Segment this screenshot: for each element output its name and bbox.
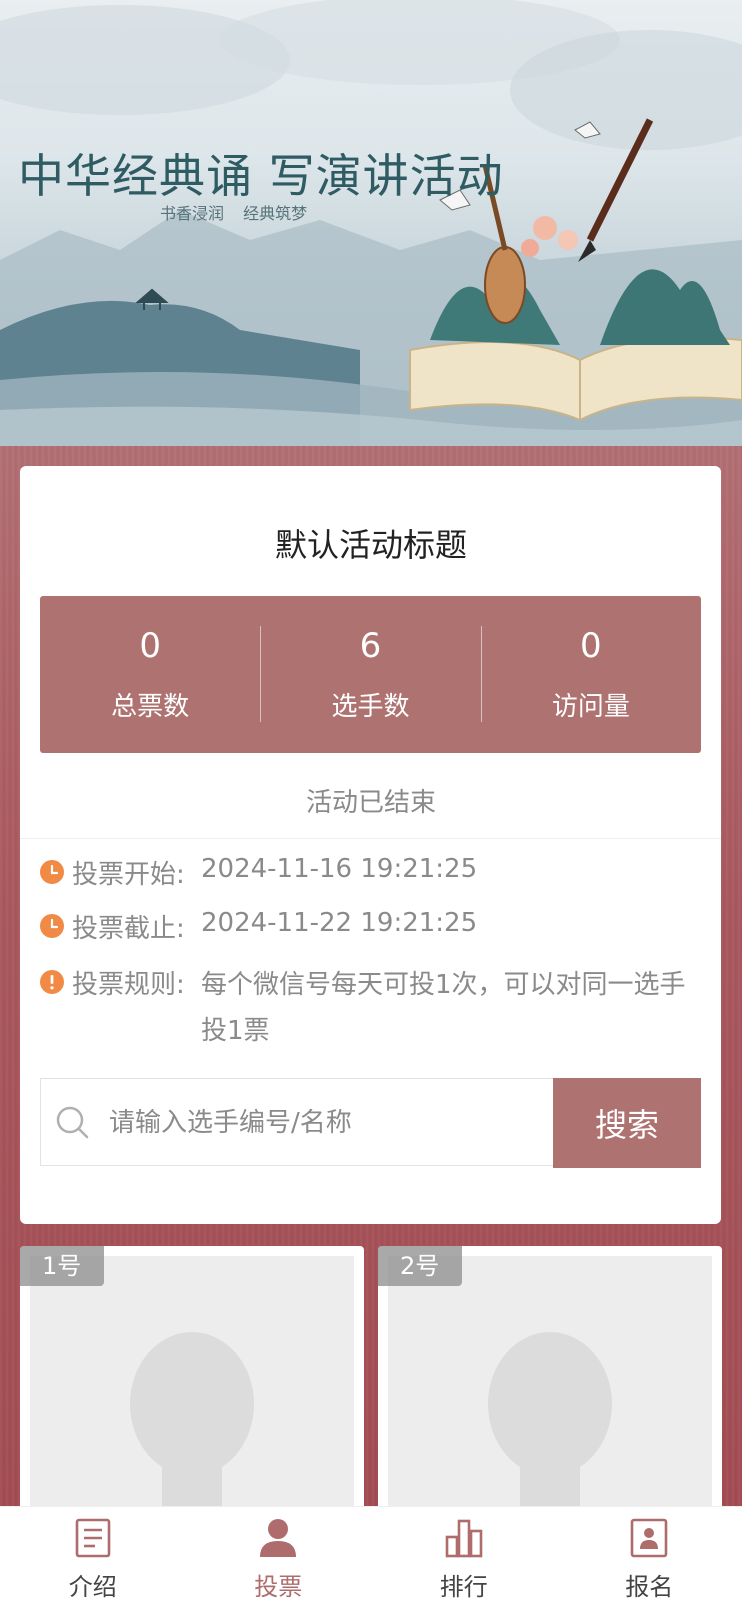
- clock-icon: [40, 914, 64, 938]
- stats-panel: 0 总票数 6 选手数 0 访问量: [40, 596, 701, 753]
- avatar-placeholder-icon: [30, 1256, 354, 1536]
- vote-start-value: 2024-11-16 19:21:25: [201, 854, 477, 884]
- activity-status: 活动已结束: [0, 782, 742, 819]
- activity-title: 默认活动标题: [0, 520, 742, 566]
- avatar-placeholder-icon: [388, 1256, 712, 1536]
- contestant-card[interactable]: 1号: [20, 1246, 364, 1536]
- document-icon: [73, 1517, 113, 1559]
- search-box: [40, 1078, 554, 1166]
- nav-item-vote[interactable]: 投票: [186, 1507, 372, 1605]
- divider: [20, 838, 721, 839]
- stat-value: 0: [40, 626, 260, 666]
- stat-total-votes: 0 总票数: [40, 596, 260, 753]
- person-icon: [258, 1517, 298, 1559]
- search-input[interactable]: [107, 1079, 551, 1167]
- nav-item-signup[interactable]: 报名: [557, 1507, 742, 1605]
- bar-chart-icon: [444, 1517, 484, 1559]
- id-card-icon: [629, 1517, 669, 1559]
- contestant-photo[interactable]: [388, 1256, 712, 1536]
- exclamation-icon: [40, 970, 64, 994]
- vote-end-label: 投票截止:: [72, 908, 185, 945]
- nav-label: 排行: [371, 1567, 557, 1602]
- stat-label: 访问量: [481, 686, 701, 723]
- stat-visits: 0 访问量: [481, 596, 701, 753]
- stat-value: 0: [481, 626, 701, 666]
- banner-landscape-illustration: [0, 0, 742, 446]
- contestant-photo[interactable]: [30, 1256, 354, 1536]
- vote-rules-value: 每个微信号每天可投1次，可以对同一选手投1票: [201, 962, 691, 1054]
- vote-end-value: 2024-11-22 19:21:25: [201, 908, 477, 938]
- stat-label: 选手数: [260, 686, 480, 723]
- banner-subtitle: 书香浸润 经典筑梦: [160, 200, 307, 224]
- stat-value: 6: [260, 626, 480, 666]
- contestant-number-badge: 1号: [20, 1246, 104, 1286]
- contestant-card[interactable]: 2号: [378, 1246, 722, 1536]
- bottom-nav: 介绍 投票 排行 报名: [0, 1506, 742, 1605]
- banner-title: 中华经典诵 写演讲活动: [18, 140, 504, 206]
- contestant-number-badge: 2号: [378, 1246, 462, 1286]
- nav-item-intro[interactable]: 介绍: [0, 1507, 186, 1605]
- nav-label: 投票: [186, 1567, 372, 1602]
- clock-icon: [40, 860, 64, 884]
- vote-start-label: 投票开始:: [72, 854, 185, 891]
- search-button[interactable]: 搜索: [553, 1078, 701, 1168]
- nav-label: 介绍: [0, 1567, 186, 1602]
- nav-label: 报名: [557, 1567, 742, 1602]
- vote-rules-label: 投票规则:: [72, 964, 185, 1001]
- nav-item-ranking[interactable]: 排行: [371, 1507, 557, 1605]
- stat-label: 总票数: [40, 686, 260, 723]
- banner: 中华经典诵 写演讲活动 书香浸润 经典筑梦: [0, 0, 742, 446]
- stat-contestants: 6 选手数: [260, 596, 480, 753]
- search-icon: [55, 1105, 91, 1141]
